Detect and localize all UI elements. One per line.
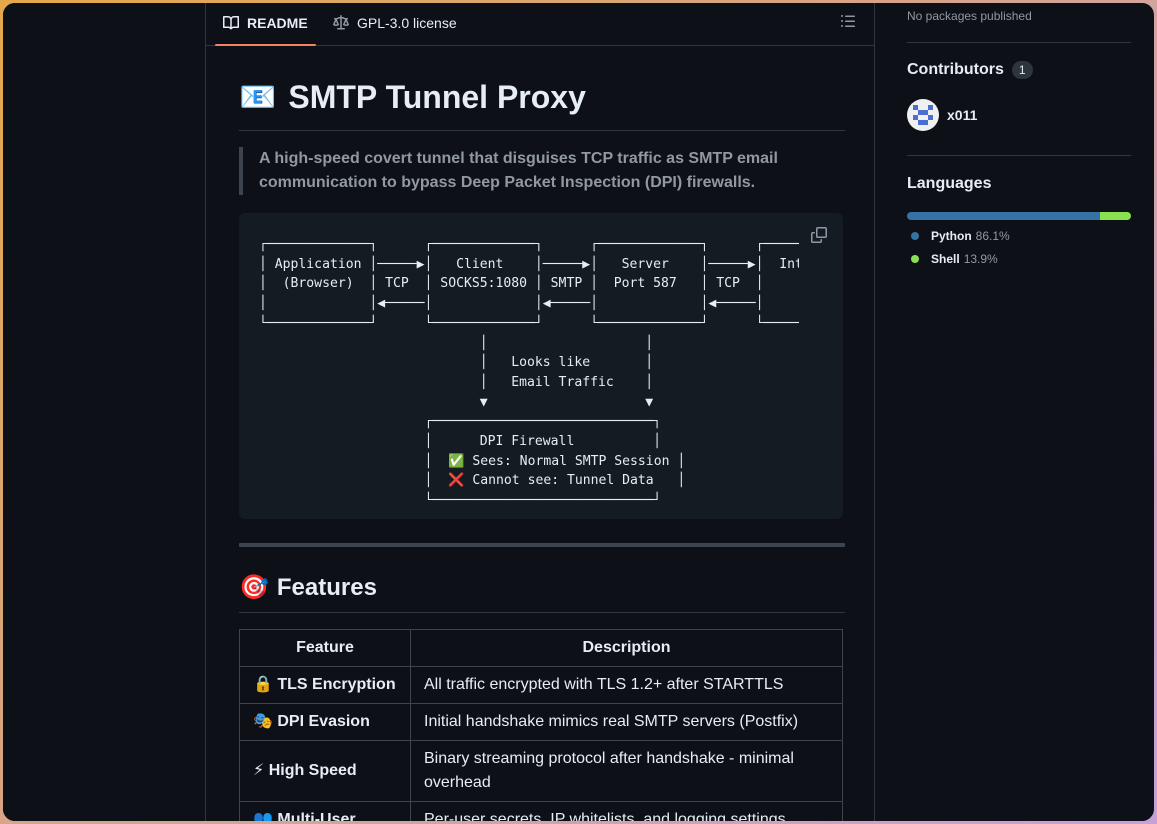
feature-name: High Speed [268, 762, 357, 779]
feature-cell: 🔒 TLS Encryption [239, 666, 411, 704]
target-icon: 🎯 [239, 574, 269, 601]
envelope-icon: 📧 [239, 81, 277, 114]
outline-list-icon[interactable] [840, 13, 858, 31]
tab-readme[interactable]: README [215, 3, 316, 46]
tab-license-label: GPL-3.0 license [357, 15, 457, 31]
architecture-diagram: ┌─────────────┐ ┌─────────────┐ ┌───────… [259, 237, 799, 509]
description-cell: All traffic encrypted with TLS 1.2+ afte… [410, 666, 843, 704]
contributors-heading[interactable]: Contributors 1 [907, 61, 1033, 79]
architecture-code-block: ┌─────────────┐ ┌─────────────┐ ┌───────… [239, 213, 843, 519]
law-icon [333, 15, 349, 30]
contributors-counter: 1 [1011, 61, 1033, 79]
languages-heading-text: Languages [907, 175, 992, 192]
sidebar-divider [907, 42, 1131, 43]
packages-empty-text: No packages published [907, 9, 1032, 23]
sidebar-divider [907, 155, 1131, 156]
shell-dot-icon [911, 255, 919, 263]
table-row: 👥 Multi-User Per-user secrets, IP whitel… [239, 801, 843, 821]
table-header: Feature [239, 629, 411, 667]
table-header-row: Feature Description [239, 629, 843, 667]
readme-panel: README GPL-3.0 license 📧 SMTP Tunnel Pro… [205, 3, 875, 821]
left-gutter [3, 3, 205, 821]
contributor-x011[interactable]: x011 [907, 99, 977, 131]
language-bar-python [907, 212, 1100, 220]
feature-cell: 🎭 DPI Evasion [239, 703, 411, 741]
description-cell: Per-user secrets, IP whitelists, and log… [410, 801, 843, 821]
table-row: 🔒 TLS Encryption All traffic encrypted w… [239, 666, 843, 704]
language-percent: 86.1% [975, 229, 1010, 243]
users-icon: 👥 [253, 811, 273, 821]
description-cell: Binary streaming protocol after handshak… [410, 740, 843, 802]
python-dot-icon [911, 232, 919, 240]
language-bar [907, 212, 1131, 220]
feature-name: DPI Evasion [277, 713, 370, 730]
readme-title: 📧 SMTP Tunnel Proxy [239, 75, 845, 131]
book-icon [223, 15, 239, 30]
language-name: Shell [931, 252, 960, 266]
tab-license[interactable]: GPL-3.0 license [333, 3, 457, 43]
readme-title-text: SMTP Tunnel Proxy [288, 79, 586, 115]
features-heading-text: Features [276, 573, 377, 601]
table-row: ⚡ High Speed Binary streaming protocol a… [239, 740, 843, 802]
language-python[interactable]: Python 86.1% [911, 229, 1010, 243]
copy-icon[interactable] [811, 227, 827, 243]
features-table: Feature Description 🔒 TLS Encryption All… [239, 629, 843, 821]
feature-cell: ⚡ High Speed [239, 740, 411, 802]
horizontal-rule [239, 543, 845, 547]
features-heading: 🎯 Features [239, 573, 845, 613]
language-percent: 13.9% [963, 252, 998, 266]
contributors-heading-text: Contributors [907, 61, 1004, 78]
tagline-blockquote: A high-speed covert tunnel that disguise… [239, 147, 845, 195]
language-shell[interactable]: Shell 13.9% [911, 252, 998, 266]
contributor-name: x011 [947, 107, 978, 123]
avatar [907, 99, 939, 131]
languages-heading: Languages [907, 175, 991, 193]
language-bar-shell [1099, 212, 1131, 220]
lightning-icon: ⚡ [253, 762, 265, 779]
feature-name: Multi-User [277, 811, 356, 821]
feature-name: TLS Encryption [277, 676, 396, 693]
feature-cell: 👥 Multi-User [239, 801, 411, 821]
app-frame: README GPL-3.0 license 📧 SMTP Tunnel Pro… [3, 3, 1154, 821]
masks-icon: 🎭 [253, 713, 273, 730]
language-name: Python [931, 229, 972, 243]
description-cell: Initial handshake mimics real SMTP serve… [410, 703, 843, 741]
table-row: 🎭 DPI Evasion Initial handshake mimics r… [239, 703, 843, 741]
readme-tabbar: README GPL-3.0 license [206, 3, 874, 46]
tab-readme-label: README [247, 15, 308, 31]
lock-icon: 🔒 [253, 676, 273, 693]
table-header: Description [410, 629, 843, 667]
markdown-body: 📧 SMTP Tunnel Proxy A high-speed covert … [239, 49, 845, 821]
